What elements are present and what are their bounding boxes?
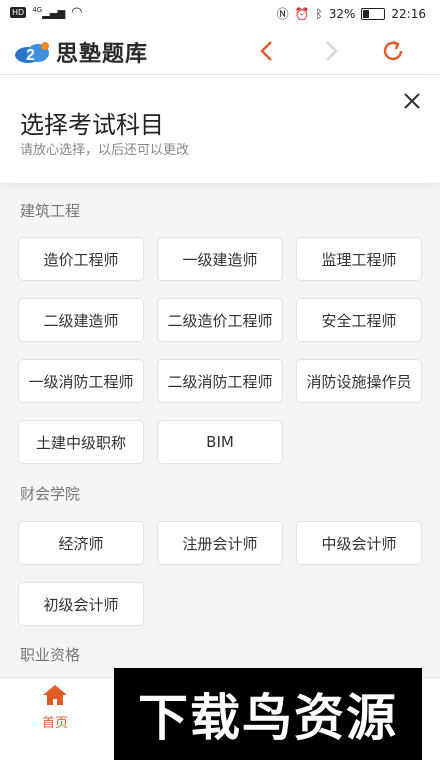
clock: 22:16: [391, 6, 426, 21]
back-icon: [260, 41, 272, 61]
close-icon: [404, 93, 420, 109]
subject-chip[interactable]: 中级会计师: [296, 521, 422, 565]
subject-chip[interactable]: BIM: [157, 420, 283, 464]
picker-header: 选择考试科目 请放心选择，以后还可以更改: [0, 75, 440, 183]
battery-percent: 32%: [328, 6, 356, 21]
forward-button[interactable]: [316, 36, 346, 66]
subject-chip[interactable]: 二级造价工程师: [157, 298, 283, 342]
signal-icon: 4G▂▄▆: [32, 5, 66, 20]
alarm-icon: ⏰: [294, 6, 310, 21]
refresh-icon: [383, 40, 403, 61]
battery-icon: [361, 7, 386, 20]
back-button[interactable]: [252, 36, 282, 66]
subject-chip[interactable]: 二级消防工程师: [157, 359, 283, 403]
page-title: 选择考试科目: [20, 111, 164, 139]
home-icon: [43, 685, 67, 705]
refresh-button[interactable]: [378, 36, 408, 66]
subject-chip[interactable]: 注册会计师: [157, 521, 283, 565]
section-label: 财会学院: [20, 485, 81, 503]
forward-icon: [326, 41, 338, 61]
subject-chip[interactable]: 二级建造师: [18, 298, 144, 342]
subject-chip[interactable]: 土建中级职称: [18, 420, 144, 464]
subject-chip[interactable]: 一级消防工程师: [18, 359, 144, 403]
section-label: 建筑工程: [20, 202, 81, 220]
logo-mark-icon: 2: [15, 42, 49, 64]
status-bar: HD 4G▂▄▆ ◠ Ⓝ ⏰ ᛒ 32% 22:16: [0, 0, 440, 26]
watermark-text: 下载鸟资源: [138, 689, 398, 747]
subject-chip[interactable]: 造价工程师: [18, 237, 144, 281]
subject-chip[interactable]: 一级建造师: [157, 237, 283, 281]
app-logo: 2 思塾题库: [14, 36, 148, 68]
hd-indicator: HD: [10, 7, 27, 18]
subject-chip[interactable]: 消防设施操作员: [296, 359, 422, 403]
app-name: 思塾题库: [56, 42, 149, 67]
page-subtitle: 请放心选择，以后还可以更改: [20, 143, 190, 158]
bluetooth-icon: ᛒ: [315, 6, 323, 21]
tab-home[interactable]: 首页: [30, 684, 80, 731]
subject-chip[interactable]: 监理工程师: [296, 237, 422, 281]
wifi-icon: ◠: [71, 5, 83, 20]
subject-chip[interactable]: 初级会计师: [18, 582, 144, 626]
svg-text:2: 2: [26, 47, 35, 64]
section-label: 职业资格: [20, 646, 81, 664]
tab-home-label: 首页: [41, 716, 68, 731]
close-button[interactable]: [400, 89, 424, 113]
watermark: 下载鸟资源: [114, 668, 422, 760]
subject-picker: 选择考试科目 请放心选择，以后还可以更改 建筑工程 造价工程师 一级建造师 监理…: [0, 75, 440, 677]
nfc-icon: Ⓝ: [276, 7, 289, 21]
subject-chip[interactable]: 安全工程师: [296, 298, 422, 342]
subject-chip[interactable]: 经济师: [18, 521, 144, 565]
app-bar: 2 思塾题库: [0, 26, 440, 75]
